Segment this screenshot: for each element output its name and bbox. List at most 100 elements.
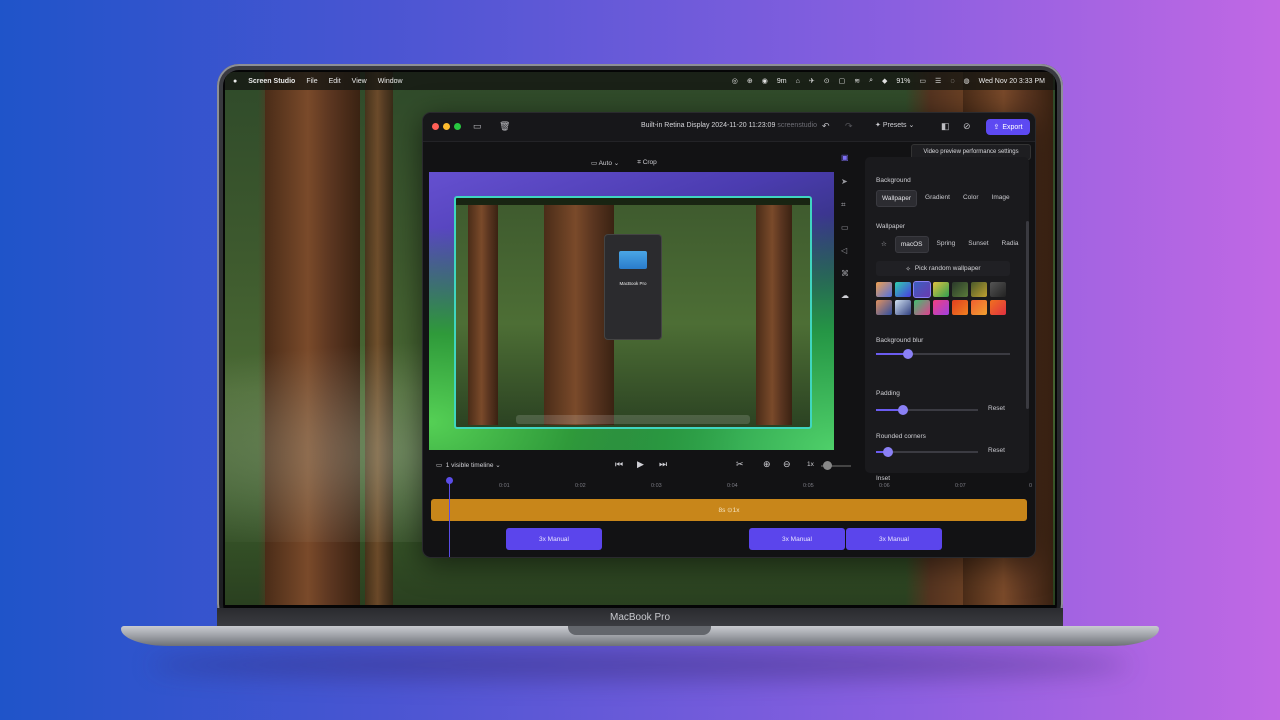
aspect-ratio-dropdown[interactable]: ▭ Auto ⌄: [591, 159, 619, 167]
wallpaper-swatch[interactable]: [895, 282, 911, 297]
battery-icon[interactable]: ▭: [919, 77, 926, 85]
rounded-corners-slider[interactable]: [876, 447, 978, 457]
tab-wallpaper[interactable]: Wallpaper: [876, 190, 918, 207]
recorded-screen: MacBook Pro: [454, 196, 812, 429]
export-label: Export: [1002, 123, 1023, 131]
wallpaper-swatch[interactable]: [952, 282, 968, 297]
about-this-mac-dialog: MacBook Pro: [604, 234, 662, 340]
record-icon[interactable]: ◉: [762, 77, 768, 85]
crop-button[interactable]: ⌗ Crop: [637, 159, 657, 167]
skip-forward-icon[interactable]: ⏭: [659, 459, 667, 470]
siri-icon[interactable]: ◍: [963, 77, 969, 85]
status-icon[interactable]: ⌂: [796, 78, 800, 85]
undo-icon[interactable]: ↶: [822, 121, 830, 132]
wifi-icon[interactable]: ≋: [854, 77, 860, 85]
status-icon[interactable]: ✈: [809, 77, 815, 85]
scissors-icon[interactable]: ✂: [736, 459, 744, 470]
menu-view[interactable]: View: [352, 78, 367, 85]
menu-window[interactable]: Window: [378, 78, 403, 85]
effects-tab-icon[interactable]: ☁: [841, 291, 849, 300]
video-clip-track[interactable]: 8s ⊙1x: [431, 499, 1027, 521]
performance-settings-icon[interactable]: ⊘: [963, 121, 971, 132]
status-icon[interactable]: ◌: [950, 78, 954, 85]
wallpaper-swatch[interactable]: [971, 300, 987, 315]
wallpaper-swatch[interactable]: [952, 300, 968, 315]
menu-file[interactable]: File: [306, 78, 317, 85]
layout-toggle-icon[interactable]: ◧: [941, 121, 950, 132]
wallpaper-swatch[interactable]: [990, 300, 1006, 315]
tab-radial[interactable]: Radia: [997, 236, 1024, 253]
status-icon[interactable]: ◎: [732, 77, 738, 85]
vpn-icon[interactable]: ◆: [882, 77, 887, 85]
status-icon[interactable]: ⊙: [824, 77, 830, 85]
wallpaper-swatch[interactable]: [971, 282, 987, 297]
tab-sunset[interactable]: Sunset: [963, 236, 993, 253]
timeline-playhead[interactable]: [446, 477, 453, 557]
app-menu[interactable]: Screen Studio: [248, 78, 295, 85]
export-button[interactable]: ⇪ Export: [986, 119, 1030, 135]
shortcut-tab-icon[interactable]: ⌘: [841, 269, 849, 278]
time-tick: 0:06: [879, 483, 890, 489]
apple-menu-icon[interactable]: ●: [233, 78, 237, 85]
laptop-chin: MacBook Pro: [217, 608, 1063, 626]
wallpaper-swatches: [876, 281, 1006, 315]
status-icon[interactable]: ⊕: [747, 77, 753, 85]
video-preview[interactable]: MacBook Pro: [429, 172, 834, 450]
audio-tab-icon[interactable]: ◁: [841, 246, 847, 255]
zoom-segment[interactable]: 3x Manual: [749, 528, 845, 550]
skip-back-icon[interactable]: ⏮: [615, 459, 623, 470]
keyboard-icon[interactable]: ▢: [839, 77, 846, 85]
pick-random-label: Pick random wallpaper: [914, 265, 981, 272]
macbook-icon: [619, 251, 647, 269]
zoom-out-icon[interactable]: ⊖: [783, 459, 791, 470]
panel-scrollbar[interactable]: [1026, 221, 1029, 409]
redo-icon[interactable]: ↷: [845, 121, 853, 132]
slider-knob[interactable]: [897, 405, 908, 415]
tab-color[interactable]: Color: [958, 190, 984, 207]
recorded-menubar: [456, 198, 810, 205]
wallpaper-swatch[interactable]: [913, 281, 931, 298]
padding-reset-button[interactable]: Reset: [988, 405, 1005, 412]
wallpaper-swatch[interactable]: [933, 300, 949, 315]
slider-knob[interactable]: [903, 349, 914, 359]
wallpaper-swatch[interactable]: [933, 282, 949, 297]
padding-label: Padding: [876, 390, 900, 397]
magic-wand-icon: ✧: [905, 265, 911, 273]
search-icon[interactable]: ⌕: [869, 77, 873, 85]
background-blur-slider[interactable]: [876, 349, 1010, 359]
timeline-ruler: 0:01 0:02 0:03 0:04 0:05 0:06 0:07 0: [423, 479, 1035, 493]
tab-spring[interactable]: Spring: [932, 236, 961, 253]
tab-macos[interactable]: macOS: [894, 236, 929, 253]
wallpaper-swatch[interactable]: [876, 300, 892, 315]
presets-dropdown[interactable]: ✦ Presets ⌄: [875, 121, 914, 129]
slider-knob[interactable]: [823, 461, 832, 470]
pick-random-wallpaper-button[interactable]: ✧ Pick random wallpaper: [876, 261, 1010, 276]
wallpaper-swatch[interactable]: [914, 300, 930, 315]
cursor-tab-icon[interactable]: ➤: [841, 177, 848, 186]
playback-controls: ▭ 1 visible timeline ⌄ ⏮ ▶ ⏭ ✂ ⊕ ⊖ 1x: [423, 455, 1035, 477]
favorites-star-icon[interactable]: ☆: [876, 236, 892, 253]
tab-image[interactable]: Image: [987, 190, 1015, 207]
zoom-segment[interactable]: 3x Manual: [846, 528, 942, 550]
play-icon[interactable]: ▶: [637, 459, 644, 470]
wallpaper-swatch[interactable]: [895, 300, 911, 315]
wallpaper-swatch[interactable]: [990, 282, 1006, 297]
zoom-segment[interactable]: 3x Manual: [506, 528, 602, 550]
control-center-icon[interactable]: ☰: [935, 77, 941, 85]
crop-label: Crop: [642, 159, 657, 166]
rounded-reset-button[interactable]: Reset: [988, 447, 1005, 454]
window-titlebar: ▭ 🗑 Built-in Retina Display 2024-11-20 1…: [423, 113, 1035, 142]
visible-timeline-label: 1 visible timeline: [445, 462, 494, 469]
presets-icon: ✦: [875, 122, 881, 129]
preview-toolbar: ▭ Auto ⌄ ⌗ Crop: [591, 159, 657, 167]
comment-tab-icon[interactable]: ▭: [841, 223, 849, 232]
camera-tab-icon[interactable]: ⌗: [841, 200, 846, 210]
menu-edit[interactable]: Edit: [329, 78, 341, 85]
wallpaper-swatch[interactable]: [876, 282, 892, 297]
zoom-in-icon[interactable]: ⊕: [763, 459, 771, 470]
visible-timeline-dropdown[interactable]: ▭ 1 visible timeline ⌄: [436, 461, 501, 469]
padding-slider[interactable]: [876, 405, 978, 415]
time-tick: 0:05: [803, 483, 814, 489]
background-tab-icon[interactable]: ▣: [841, 153, 849, 162]
tab-gradient[interactable]: Gradient: [920, 190, 955, 207]
